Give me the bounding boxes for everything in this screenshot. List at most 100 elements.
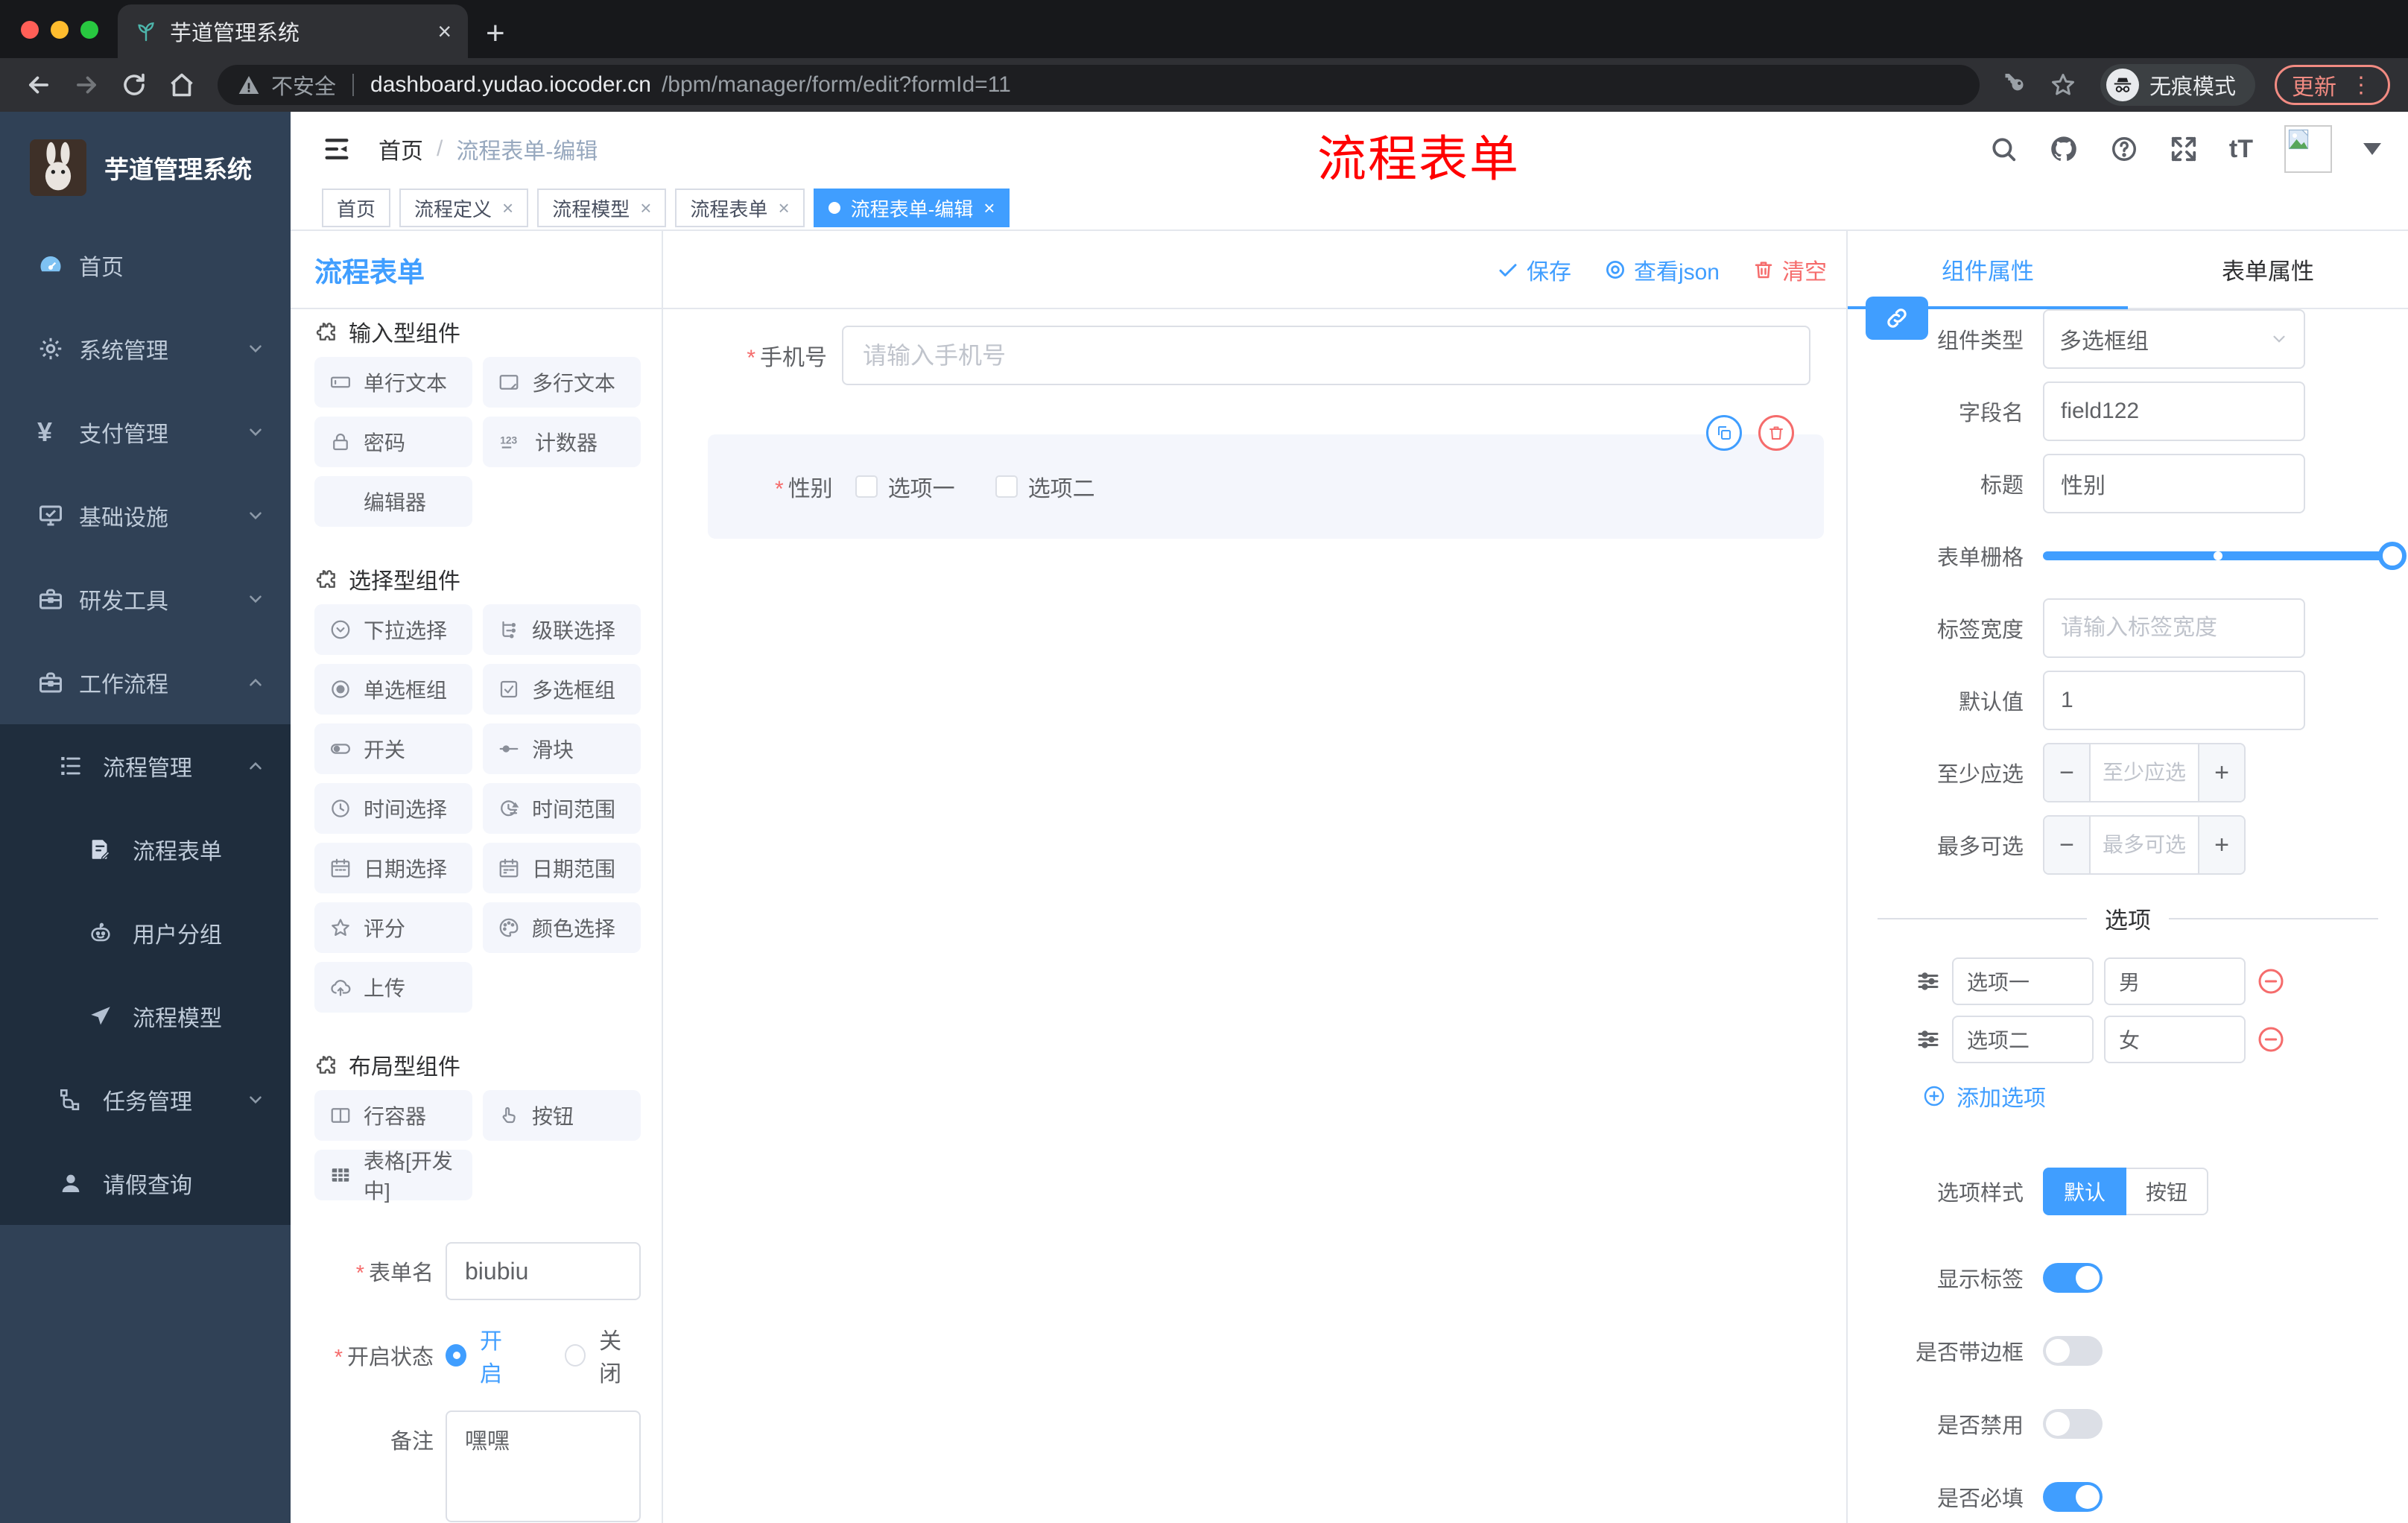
default-value-input[interactable] bbox=[2043, 671, 2305, 730]
url-path[interactable]: /bpm/manager/form/edit?formId=11 bbox=[662, 72, 1011, 98]
max-select-input[interactable] bbox=[2091, 817, 2198, 873]
close-window-button[interactable] bbox=[21, 21, 39, 39]
status-on-radio[interactable] bbox=[446, 1344, 466, 1367]
status-on-label[interactable]: 开启 bbox=[480, 1323, 522, 1388]
component-single-line-text[interactable]: 单行文本 bbox=[314, 357, 472, 408]
option1-value-input[interactable] bbox=[2104, 957, 2246, 1005]
search-icon[interactable] bbox=[1989, 135, 2018, 163]
tag-close-icon[interactable]: × bbox=[778, 197, 789, 220]
component-password[interactable]: 密码 bbox=[314, 417, 472, 467]
drag-handle-icon[interactable] bbox=[1915, 1026, 1942, 1053]
component-select[interactable]: 下拉选择 bbox=[314, 604, 472, 655]
sidebar-item-home[interactable]: 首页 bbox=[0, 224, 291, 307]
canvas-field-gender-selected[interactable]: * 性别 选项一 选项二 bbox=[708, 415, 1824, 539]
form-remark-textarea[interactable]: 嘿嘿 bbox=[446, 1410, 641, 1522]
stepper-increase-button[interactable]: + bbox=[2198, 817, 2244, 873]
title-input[interactable] bbox=[2043, 454, 2305, 513]
browser-tab[interactable]: 芋道管理系统 × bbox=[118, 4, 468, 58]
sidebar-collapse-icon[interactable] bbox=[322, 134, 352, 164]
component-type-select[interactable]: 多选框组 bbox=[2043, 309, 2305, 369]
show-label-toggle[interactable] bbox=[2043, 1263, 2103, 1293]
sidebar-item-process-management[interactable]: 流程管理 bbox=[0, 724, 291, 808]
bookmark-star-icon[interactable] bbox=[2042, 72, 2084, 98]
component-date-picker[interactable]: 日期选择 bbox=[314, 843, 472, 893]
component-editor[interactable]: 编辑器 bbox=[314, 476, 472, 527]
status-off-label[interactable]: 关闭 bbox=[599, 1323, 641, 1388]
disabled-toggle[interactable] bbox=[2043, 1409, 2103, 1439]
tag-process-definition[interactable]: 流程定义 × bbox=[399, 189, 529, 227]
tag-home[interactable]: 首页 bbox=[322, 189, 391, 227]
sidebar-item-leave-query[interactable]: 请假查询 bbox=[0, 1142, 291, 1225]
field-name-input[interactable] bbox=[2043, 381, 2305, 441]
fullscreen-icon[interactable] bbox=[2170, 135, 2198, 163]
gender-option2-label[interactable]: 选项二 bbox=[1028, 470, 1095, 503]
option1-label-input[interactable] bbox=[1952, 957, 2094, 1005]
component-table-wip[interactable]: 表格[开发中] bbox=[314, 1150, 472, 1203]
sidebar-item-workflow[interactable]: 工作流程 bbox=[0, 641, 291, 724]
tag-close-icon[interactable]: × bbox=[502, 197, 513, 220]
view-json-button[interactable]: 查看json bbox=[1604, 253, 1720, 286]
component-counter[interactable]: 123 计数器 bbox=[483, 417, 641, 467]
avatar-caret-icon[interactable] bbox=[2363, 143, 2381, 155]
component-cascader[interactable]: 级联选择 bbox=[483, 604, 641, 655]
component-switch[interactable]: 开关 bbox=[314, 723, 472, 774]
phone-field-input[interactable] bbox=[842, 326, 1810, 385]
sidebar-item-payment[interactable]: ¥ 支付管理 bbox=[0, 390, 291, 474]
tag-process-form-edit-active[interactable]: 流程表单-编辑 × bbox=[813, 189, 1010, 227]
component-upload[interactable]: 上传 bbox=[314, 962, 472, 1013]
security-warning-icon[interactable] bbox=[237, 73, 261, 97]
sidebar-item-infrastructure[interactable]: 基础设施 bbox=[0, 474, 291, 557]
sidebar-item-system[interactable]: 系统管理 bbox=[0, 307, 291, 390]
duplicate-field-button[interactable] bbox=[1706, 415, 1742, 451]
border-toggle[interactable] bbox=[2043, 1336, 2103, 1366]
tag-process-form[interactable]: 流程表单 × bbox=[675, 189, 805, 227]
back-icon[interactable] bbox=[18, 71, 60, 99]
reload-icon[interactable] bbox=[113, 72, 155, 98]
slider-handle[interactable] bbox=[2378, 542, 2407, 570]
tab-form-props[interactable]: 表单属性 bbox=[2128, 231, 2408, 308]
option2-value-input[interactable] bbox=[2104, 1016, 2246, 1063]
component-multi-line-text[interactable]: 多行文本 bbox=[483, 357, 641, 408]
gender-option2-checkbox[interactable] bbox=[995, 475, 1018, 498]
component-slider[interactable]: 滑块 bbox=[483, 723, 641, 774]
sidebar-item-process-model[interactable]: 流程模型 bbox=[0, 975, 291, 1058]
component-button[interactable]: 按钮 bbox=[483, 1090, 641, 1141]
component-rate[interactable]: 评分 bbox=[314, 902, 472, 953]
option2-label-input[interactable] bbox=[1952, 1016, 2094, 1063]
address-bar[interactable]: 不安全 dashboard.yudao.iocoder.cn/bpm/manag… bbox=[218, 65, 1980, 105]
gender-option1-checkbox[interactable] bbox=[855, 475, 878, 498]
component-radio-group[interactable]: 单选框组 bbox=[314, 664, 472, 715]
breadcrumb-home[interactable]: 首页 bbox=[378, 133, 423, 165]
drag-handle-icon[interactable] bbox=[1915, 968, 1942, 995]
sidebar-item-devtools[interactable]: 研发工具 bbox=[0, 557, 291, 641]
component-time-range[interactable]: 时间范围 bbox=[483, 783, 641, 834]
delete-field-button[interactable] bbox=[1758, 415, 1794, 451]
style-default-button[interactable]: 默认 bbox=[2043, 1168, 2127, 1215]
component-date-range[interactable]: 日期范围 bbox=[483, 843, 641, 893]
url-domain[interactable]: dashboard.yudao.iocoder.cn bbox=[370, 72, 651, 98]
stepper-increase-button[interactable]: + bbox=[2198, 744, 2244, 801]
forward-icon[interactable] bbox=[66, 71, 107, 99]
update-button[interactable]: 更新 ⋮ bbox=[2275, 65, 2390, 105]
security-label[interactable]: 不安全 bbox=[271, 69, 336, 101]
help-icon[interactable] bbox=[2110, 135, 2138, 163]
font-size-icon[interactable]: tT bbox=[2229, 135, 2253, 164]
tag-process-model[interactable]: 流程模型 × bbox=[537, 189, 667, 227]
save-button[interactable]: 保存 bbox=[1497, 253, 1571, 286]
form-grid-slider[interactable] bbox=[2043, 542, 2407, 570]
link-handle-button[interactable] bbox=[1866, 297, 1928, 340]
component-checkbox-group[interactable]: 多选框组 bbox=[483, 664, 641, 715]
gender-option1-label[interactable]: 选项一 bbox=[888, 470, 955, 503]
window-controls[interactable] bbox=[0, 21, 118, 58]
avatar[interactable] bbox=[2284, 125, 2332, 173]
tab-close-icon[interactable]: × bbox=[437, 18, 452, 45]
minimize-window-button[interactable] bbox=[51, 21, 69, 39]
stepper-decrease-button[interactable]: − bbox=[2044, 744, 2091, 801]
password-key-icon[interactable] bbox=[1994, 72, 2036, 98]
clear-button[interactable]: 清空 bbox=[1752, 253, 1827, 286]
min-select-input[interactable] bbox=[2091, 744, 2198, 801]
canvas-field-phone[interactable]: * 手机号 bbox=[708, 326, 1831, 385]
sidebar-item-task-management[interactable]: 任务管理 bbox=[0, 1058, 291, 1142]
remove-option-icon[interactable] bbox=[2256, 966, 2286, 996]
component-row-container[interactable]: 行容器 bbox=[314, 1090, 472, 1141]
